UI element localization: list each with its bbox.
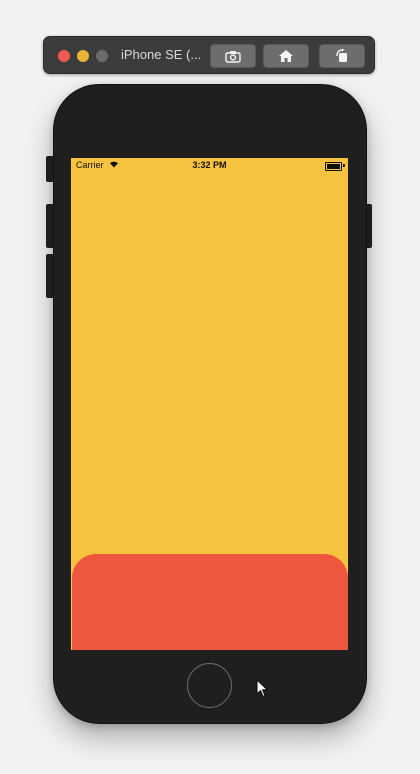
home-button[interactable]: [187, 663, 232, 708]
zoom-window-button[interactable]: [96, 50, 108, 62]
app-screen[interactable]: Carrier 3:32 PM: [71, 158, 348, 650]
battery-tip: [343, 164, 345, 167]
camera-icon: [225, 50, 241, 63]
home-icon: [279, 50, 293, 62]
minimize-window-button[interactable]: [77, 50, 89, 62]
mouse-cursor-icon: [256, 679, 269, 698]
battery-level: [327, 164, 340, 169]
simulator-window-titlebar: iPhone SE (...: [43, 36, 375, 74]
home-toolbar-button[interactable]: [263, 44, 309, 68]
screenshot-button[interactable]: [210, 44, 256, 68]
bottom-sheet[interactable]: [72, 554, 348, 650]
rotate-icon: [336, 48, 347, 62]
battery-icon: [325, 162, 342, 171]
window-title: iPhone SE (...: [121, 47, 202, 62]
status-bar: Carrier 3:32 PM: [71, 158, 348, 172]
close-window-button[interactable]: [58, 50, 70, 62]
status-time: 3:32 PM: [192, 160, 227, 170]
rotate-button[interactable]: [319, 44, 365, 68]
iphone-device-frame: Carrier 3:32 PM: [53, 84, 367, 724]
